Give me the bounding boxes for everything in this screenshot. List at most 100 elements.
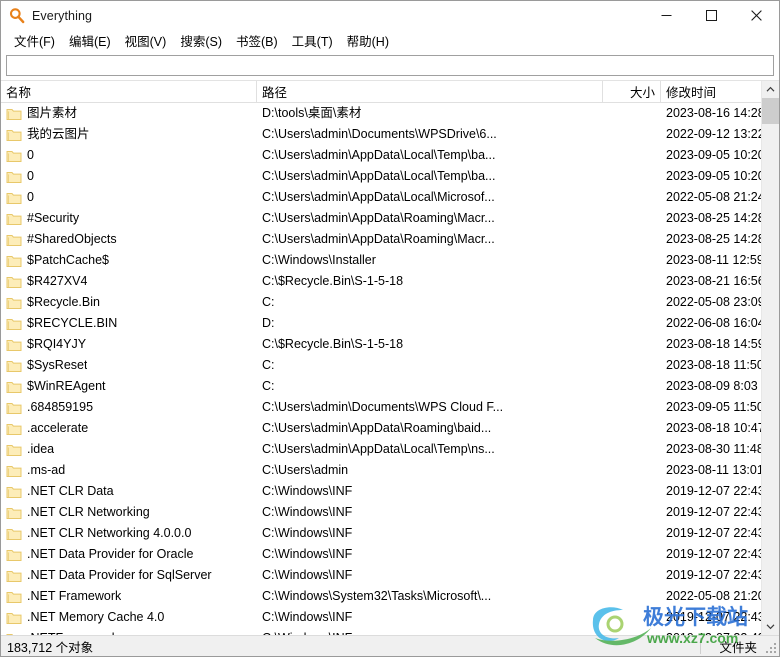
- table-row[interactable]: $RQI4YJY C:\$Recycle.Bin\S-1-5-18 2023-08-…: [1, 334, 761, 355]
- scroll-down-arrow[interactable]: [762, 618, 779, 635]
- row-date-cell: 2019-12-07 22:43: [666, 526, 761, 540]
- row-name-cell[interactable]: $PatchCache$: [1, 250, 257, 271]
- row-name-cell[interactable]: $RQI4YJY: [1, 334, 257, 355]
- row-path-cell: C:\Windows\System32\Tasks\Microsoft\...: [262, 589, 492, 603]
- row-size-cell: [603, 103, 661, 124]
- column-header-path[interactable]: 路径: [257, 81, 603, 102]
- results-grid: 名称 路径 大小 修改时间 图片素材 D:\tools\桌面\素材 2023-08-…: [1, 81, 779, 635]
- row-size-cell: [603, 502, 661, 523]
- table-row[interactable]: .NET Data Provider for Oracle C:\Windows\…: [1, 544, 761, 565]
- row-name-cell[interactable]: .NET Memory Cache 4.0: [1, 607, 257, 628]
- table-row[interactable]: .NET Memory Cache 4.0 C:\Windows\INF 2019-…: [1, 607, 761, 628]
- table-row[interactable]: $SysReset C: 2023-08-18 11:50: [1, 355, 761, 376]
- table-row[interactable]: .ms-ad C:\Users\admin 2023-08-11 13:01: [1, 460, 761, 481]
- row-name-cell[interactable]: .NET Data Provider for Oracle: [1, 544, 257, 565]
- table-row[interactable]: $R427XV4 C:\$Recycle.Bin\S-1-5-18 2023-08-…: [1, 271, 761, 292]
- row-path-cell: C:\Users\admin\Documents\WPS Cloud F...: [262, 400, 504, 414]
- row-date-cell: 2023-08-11 13:01: [666, 463, 761, 477]
- table-row[interactable]: 0 C:\Users\admin\AppData\Local\Temp\ba...…: [1, 166, 761, 187]
- row-name-cell[interactable]: 0: [1, 187, 257, 208]
- table-row[interactable]: .684859195 C:\Users\admin\Documents\WPS C…: [1, 397, 761, 418]
- table-row[interactable]: .NET Framework C:\Windows\System32\Tasks\…: [1, 586, 761, 607]
- row-name-text: .NET Data Provider for Oracle: [27, 547, 194, 561]
- scrollbar-thumb[interactable]: [762, 98, 779, 124]
- table-row[interactable]: .NET CLR Data C:\Windows\INF 2019-12-07 22…: [1, 481, 761, 502]
- table-row[interactable]: $PatchCache$ C:\Windows\Installer 2023-08-…: [1, 250, 761, 271]
- maximize-button[interactable]: [689, 1, 734, 30]
- row-name-cell[interactable]: $RECYCLE.BIN: [1, 313, 257, 334]
- column-header-size[interactable]: 大小: [603, 81, 661, 102]
- vertical-scrollbar[interactable]: [761, 81, 779, 635]
- row-path-cell: C:\Users\admin\AppData\Local\Temp\ns...: [262, 442, 495, 456]
- row-name-text: $Recycle.Bin: [27, 295, 100, 309]
- row-name-cell[interactable]: .NET CLR Data: [1, 481, 257, 502]
- menu-tools[interactable]: 工具(T): [285, 29, 340, 53]
- row-name-cell[interactable]: $R427XV4: [1, 271, 257, 292]
- row-name-cell[interactable]: .accelerate: [1, 418, 257, 439]
- row-size-cell: [603, 313, 661, 334]
- row-name-cell[interactable]: $WinREAgent: [1, 376, 257, 397]
- table-row[interactable]: .NET CLR Networking 4.0.0.0 C:\Windows\IN…: [1, 523, 761, 544]
- row-path-cell: C:\Users\admin\AppData\Local\Temp\ba...: [262, 169, 496, 183]
- column-header-date[interactable]: 修改时间: [661, 81, 761, 102]
- column-header-row: 名称 路径 大小 修改时间: [1, 81, 761, 103]
- menu-file[interactable]: 文件(F): [7, 29, 62, 53]
- row-name-text: 0: [27, 148, 34, 162]
- table-row[interactable]: $WinREAgent C: 2023-08-09 8:03: [1, 376, 761, 397]
- table-row[interactable]: .NET Data Provider for SqlServer C:\Windo…: [1, 565, 761, 586]
- row-name-cell[interactable]: .684859195: [1, 397, 257, 418]
- menu-edit[interactable]: 编辑(E): [62, 29, 118, 53]
- folder-icon: [6, 506, 22, 520]
- menu-help[interactable]: 帮助(H): [340, 29, 396, 53]
- row-name-cell[interactable]: #Security: [1, 208, 257, 229]
- table-row[interactable]: .accelerate C:\Users\admin\AppData\Roamin…: [1, 418, 761, 439]
- row-date-cell: 2022-06-08 16:04: [666, 316, 761, 330]
- table-row[interactable]: $RECYCLE.BIN D: 2022-06-08 16:04: [1, 313, 761, 334]
- table-row[interactable]: 0 C:\Users\admin\AppData\Local\Microsof..…: [1, 187, 761, 208]
- row-name-cell[interactable]: #SharedObjects: [1, 229, 257, 250]
- menu-search[interactable]: 搜索(S): [173, 29, 229, 53]
- scrollbar-track[interactable]: [762, 98, 779, 618]
- row-date-cell: 2023-08-25 14:28: [666, 211, 761, 225]
- row-name-cell[interactable]: .NETFramework: [1, 628, 257, 635]
- row-name-cell[interactable]: 0: [1, 166, 257, 187]
- folder-icon: [6, 443, 22, 457]
- row-name-cell[interactable]: .NET Data Provider for SqlServer: [1, 565, 257, 586]
- table-row[interactable]: 我的云图片 C:\Users\admin\Documents\WPSDrive\6…: [1, 124, 761, 145]
- row-name-cell[interactable]: .idea: [1, 439, 257, 460]
- table-row[interactable]: 0 C:\Users\admin\AppData\Local\Temp\ba...…: [1, 145, 761, 166]
- close-button[interactable]: [734, 1, 779, 30]
- table-row[interactable]: #Security C:\Users\admin\AppData\Roaming\…: [1, 208, 761, 229]
- table-row[interactable]: #SharedObjects C:\Users\admin\AppData\Roa…: [1, 229, 761, 250]
- column-header-name[interactable]: 名称: [1, 81, 257, 102]
- row-size-cell: [603, 208, 661, 229]
- row-name-cell[interactable]: 0: [1, 145, 257, 166]
- minimize-button[interactable]: [644, 1, 689, 30]
- table-row[interactable]: $Recycle.Bin C: 2022-05-08 23:09: [1, 292, 761, 313]
- row-name-cell[interactable]: .ms-ad: [1, 460, 257, 481]
- row-date-cell: 2019-12-07 22:43: [666, 568, 761, 582]
- row-name-cell[interactable]: 我的云图片: [1, 124, 257, 145]
- row-name-cell[interactable]: .NET CLR Networking: [1, 502, 257, 523]
- row-size-cell: [603, 565, 661, 586]
- row-name-cell[interactable]: .NET CLR Networking 4.0.0.0: [1, 523, 257, 544]
- resize-grip[interactable]: [765, 642, 776, 653]
- row-name-cell[interactable]: 图片素材: [1, 103, 257, 124]
- menu-view[interactable]: 视图(V): [118, 29, 174, 53]
- row-path-cell: C:: [262, 379, 275, 393]
- table-row[interactable]: 图片素材 D:\tools\桌面\素材 2023-08-16 14:28: [1, 103, 761, 124]
- search-input[interactable]: [6, 55, 774, 76]
- row-date-cell: 2019-12-07 22:43: [666, 505, 761, 519]
- row-name-text: .NET Data Provider for SqlServer: [27, 568, 212, 582]
- row-name-cell[interactable]: $SysReset: [1, 355, 257, 376]
- row-name-cell[interactable]: $Recycle.Bin: [1, 292, 257, 313]
- menu-bookmark[interactable]: 书签(B): [229, 29, 285, 53]
- row-size-cell: [603, 229, 661, 250]
- row-name-cell[interactable]: .NET Framework: [1, 586, 257, 607]
- table-row[interactable]: .NET CLR Networking C:\Windows\INF 2019-12…: [1, 502, 761, 523]
- table-row[interactable]: .NETFramework C:\Windows\INF 2019-12-07 22…: [1, 628, 761, 635]
- row-name-text: .NET Framework: [27, 589, 122, 603]
- table-row[interactable]: .idea C:\Users\admin\AppData\Local\Temp\n…: [1, 439, 761, 460]
- folder-icon: [6, 233, 22, 247]
- scroll-up-arrow[interactable]: [762, 81, 779, 98]
